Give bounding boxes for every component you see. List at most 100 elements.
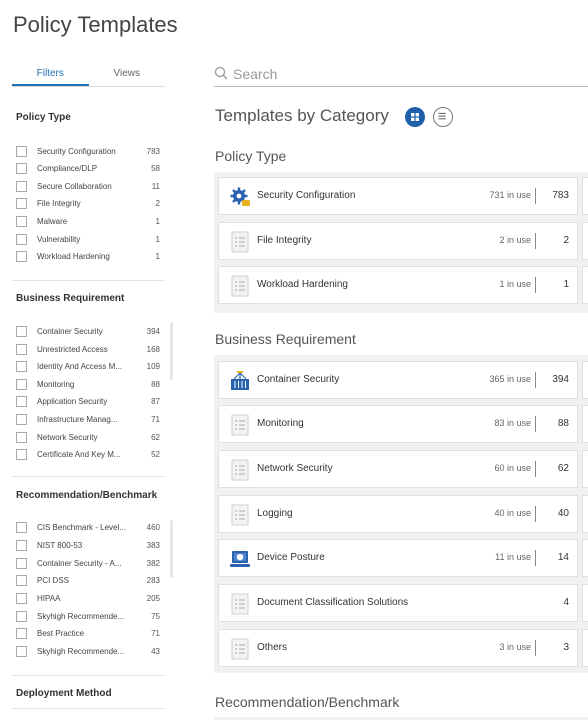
filter-item[interactable]: Compliance/DLP 58 bbox=[16, 161, 160, 175]
card-separator bbox=[535, 416, 536, 432]
filter-item[interactable]: Monitoring 88 bbox=[16, 377, 160, 391]
template-card[interactable]: Container Security 365 in use 394 bbox=[218, 361, 578, 399]
card-total: 783 bbox=[552, 190, 569, 201]
card-name: Monitoring bbox=[257, 418, 304, 429]
filter-section-title[interactable]: Deployment Method bbox=[16, 688, 166, 699]
filter-item[interactable]: Skyhigh Recommende... 43 bbox=[16, 644, 160, 658]
filter-item[interactable]: Container Security 394 bbox=[16, 324, 160, 338]
filter-section-deployment-method: Deployment Method bbox=[16, 688, 166, 699]
card-total: 1 bbox=[563, 279, 569, 290]
checkbox[interactable] bbox=[16, 162, 27, 174]
filter-item[interactable]: Malware 1 bbox=[16, 214, 160, 228]
card-name: Others bbox=[257, 642, 288, 653]
filter-item[interactable]: Container Security - A... 382 bbox=[16, 556, 160, 570]
card-name: Container Security bbox=[257, 374, 340, 385]
checkbox[interactable] bbox=[16, 215, 27, 227]
divider bbox=[12, 476, 165, 477]
grid-view-button[interactable] bbox=[405, 107, 425, 127]
filter-item[interactable]: Vulnerability 1 bbox=[16, 232, 160, 246]
checkbox[interactable] bbox=[16, 610, 27, 622]
template-card[interactable]: Document Classification Solutions 4 bbox=[218, 584, 578, 622]
card-name: Device Posture bbox=[257, 552, 325, 563]
template-card[interactable]: Workload Hardening 1 in use 1 bbox=[218, 266, 578, 304]
checkbox[interactable] bbox=[16, 627, 27, 639]
filter-section-business-requirement: Business Requirement Container Security 3… bbox=[16, 293, 166, 460]
divider bbox=[12, 280, 165, 281]
checkbox[interactable] bbox=[16, 557, 27, 569]
checkbox[interactable] bbox=[16, 343, 27, 355]
checkbox[interactable] bbox=[16, 197, 27, 209]
filter-item[interactable]: CIS Benchmark - Level... 460 bbox=[16, 520, 160, 534]
filter-item[interactable]: Skyhigh Recommende... 75 bbox=[16, 609, 160, 623]
card-separator bbox=[535, 277, 536, 293]
card-name: Security Configuration bbox=[257, 190, 356, 201]
adjacent-card-edge bbox=[582, 450, 588, 488]
grid-icon bbox=[411, 113, 419, 121]
filter-item[interactable]: Application Security 87 bbox=[16, 394, 160, 408]
template-card[interactable]: Network Security 60 in use 62 bbox=[218, 450, 578, 488]
card-in-use: 60 in use bbox=[494, 463, 531, 473]
adjacent-card-edge bbox=[582, 405, 588, 443]
checkbox[interactable] bbox=[16, 574, 27, 586]
checkbox[interactable] bbox=[16, 180, 27, 192]
card-separator bbox=[535, 506, 536, 522]
filter-item[interactable]: Network Security 62 bbox=[16, 430, 160, 444]
checkbox[interactable] bbox=[16, 233, 27, 245]
card-in-use: 731 in use bbox=[489, 190, 531, 200]
tab-views[interactable]: Views bbox=[89, 62, 166, 86]
adjacent-card-edge bbox=[582, 584, 588, 622]
filter-item[interactable]: Best Practice 71 bbox=[16, 626, 160, 640]
card-total: 88 bbox=[557, 418, 569, 429]
checkbox[interactable] bbox=[16, 592, 27, 604]
filter-item[interactable]: Certificate And Key M... 52 bbox=[16, 447, 160, 461]
filter-item[interactable]: HIPAA 205 bbox=[16, 591, 160, 605]
filter-item[interactable]: PCI DSS 283 bbox=[16, 573, 160, 587]
template-card[interactable]: Others 3 in use 3 bbox=[218, 629, 578, 667]
checkbox[interactable] bbox=[16, 325, 27, 337]
card-name: Logging bbox=[257, 508, 293, 519]
checkbox[interactable] bbox=[16, 431, 27, 443]
gear-lock-icon bbox=[230, 187, 250, 206]
filter-item[interactable]: File Integrity 2 bbox=[16, 196, 160, 210]
filter-item[interactable]: Unrestricted Access 168 bbox=[16, 342, 160, 356]
filter-section-title: Business Requirement bbox=[16, 293, 125, 304]
card-in-use: 83 in use bbox=[494, 418, 531, 428]
checkbox[interactable] bbox=[16, 395, 27, 407]
templates-heading: Templates by Category bbox=[215, 106, 389, 125]
filter-item[interactable]: Secure Collaboration 11 bbox=[16, 179, 160, 193]
card-separator bbox=[535, 550, 536, 566]
checkbox[interactable] bbox=[16, 413, 27, 425]
card-name: File Integrity bbox=[257, 235, 312, 246]
divider bbox=[12, 675, 165, 676]
checkbox[interactable] bbox=[16, 448, 27, 460]
card-separator bbox=[535, 233, 536, 249]
template-card[interactable]: Monitoring 83 in use 88 bbox=[218, 405, 578, 443]
list-view-button[interactable] bbox=[433, 107, 453, 127]
search-input[interactable] bbox=[233, 64, 573, 84]
container-icon bbox=[231, 371, 249, 390]
card-total: 62 bbox=[557, 463, 569, 474]
filter-item[interactable]: Infrastructure Manag... 71 bbox=[16, 412, 160, 426]
card-separator bbox=[535, 188, 536, 204]
filter-item[interactable]: Workload Hardening 1 bbox=[16, 249, 160, 263]
adjacent-card-edge bbox=[582, 629, 588, 667]
template-card[interactable]: Device Posture 11 in use 14 bbox=[218, 539, 578, 577]
filter-item[interactable]: NIST 800-53 383 bbox=[16, 538, 160, 552]
document-list-icon bbox=[231, 275, 249, 297]
checkbox[interactable] bbox=[16, 145, 27, 157]
filter-item[interactable]: Identity And Access M... 109 bbox=[16, 359, 160, 373]
scrollbar[interactable] bbox=[170, 520, 173, 578]
template-card[interactable]: Logging 40 in use 40 bbox=[218, 495, 578, 533]
checkbox[interactable] bbox=[16, 360, 27, 372]
template-card[interactable]: Security Configuration 731 in use 783 bbox=[218, 177, 578, 215]
checkbox[interactable] bbox=[16, 378, 27, 390]
checkbox[interactable] bbox=[16, 521, 27, 533]
card-separator bbox=[535, 372, 536, 388]
checkbox[interactable] bbox=[16, 645, 27, 657]
scrollbar[interactable] bbox=[170, 322, 173, 380]
checkbox[interactable] bbox=[16, 250, 27, 262]
filter-item[interactable]: Security Configuration 783 bbox=[16, 144, 160, 158]
tab-filters[interactable]: Filters bbox=[12, 62, 89, 86]
checkbox[interactable] bbox=[16, 539, 27, 551]
template-card[interactable]: File Integrity 2 in use 2 bbox=[218, 222, 578, 260]
